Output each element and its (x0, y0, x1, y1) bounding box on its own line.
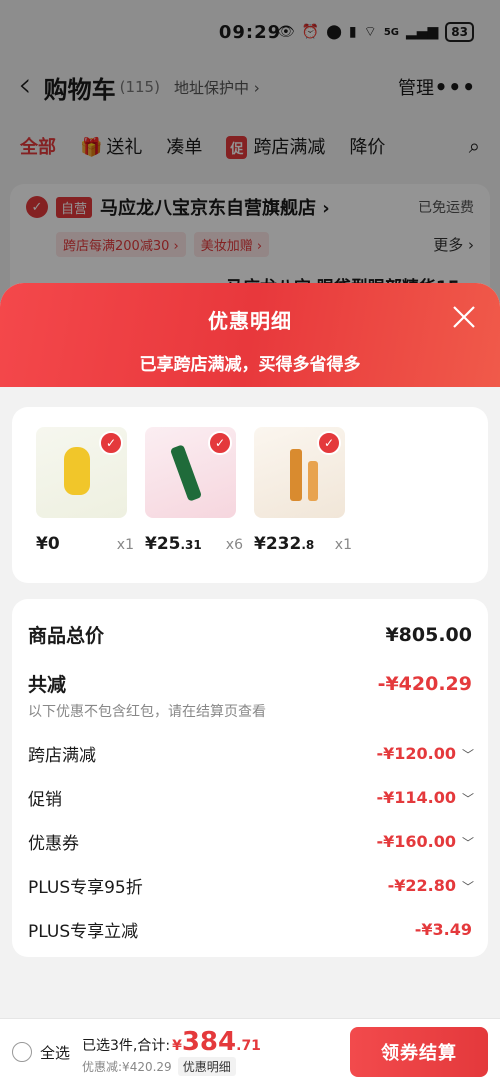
chevron-down-icon: ﹀ (462, 879, 475, 894)
total-amount-dec: .71 (236, 1037, 261, 1054)
total-reduce-row: 共减 -¥420.29 (28, 670, 472, 697)
goods-price-main: ¥232 (254, 534, 302, 554)
goods-qty: x1 (116, 537, 134, 553)
goods-qty: x1 (334, 537, 352, 553)
discount-label: 促销 (28, 790, 62, 810)
checkout-button[interactable]: 领券结算 (350, 1027, 488, 1077)
goods-item[interactable]: ✓ ¥232.8 x1 (254, 427, 352, 563)
chevron-down-icon: ﹀ (462, 791, 475, 806)
discount-label: 优惠券 (28, 834, 79, 854)
product-image: ✓ (254, 427, 345, 518)
discount-value: -¥3.49 (414, 919, 472, 939)
goods-item[interactable]: ✓ ¥0 x1 (36, 427, 134, 563)
discount-value: -¥120.00 (376, 743, 456, 763)
sheet-title: 优惠明细 (208, 309, 292, 333)
selected-count-text: 已选3件,合计: (82, 1037, 171, 1054)
discount-row-plus-direct: PLUS专享立减 -¥3.49 (28, 918, 472, 943)
discount-row-coupon[interactable]: 优惠券 -¥160.00 ﹀ (28, 830, 475, 855)
goods-card: ✓ ¥0 x1 ✓ ¥25.31 x6 ✓ ¥232.8 x1 (12, 407, 488, 583)
discount-label: PLUS专享立减 (28, 922, 139, 942)
check-icon: ✓ (317, 431, 341, 455)
discount-detail-sheet: 优惠明细 已享跨店满减，买得多省得多 ✓ ¥0 x1 ✓ ¥25.31 x6 ✓… (0, 283, 500, 1085)
check-icon: ✓ (208, 431, 232, 455)
product-image: ✓ (145, 427, 236, 518)
goods-price-dec: .8 (301, 538, 315, 552)
discount-label: PLUS专享95折 (28, 878, 143, 898)
goods-price-dec: .31 (180, 538, 202, 552)
saved-amount-text: 优惠减:¥420.29 (82, 1059, 172, 1074)
close-icon[interactable] (452, 305, 476, 329)
discount-row-promotion[interactable]: 促销 -¥114.00 ﹀ (28, 786, 475, 811)
chevron-down-icon: ﹀ (462, 747, 475, 762)
chevron-down-icon: ﹀ (462, 835, 475, 850)
goods-price: ¥0 (36, 534, 60, 554)
goods-item[interactable]: ✓ ¥25.31 x6 (145, 427, 243, 563)
bottom-bar: 全选 已选3件,合计: ¥ 384 .71 优惠减:¥420.29 优惠明细 领… (0, 1018, 500, 1085)
reduce-note: 以下优惠不包含红包，请在结算页查看 (28, 704, 266, 720)
discount-row-cross-store[interactable]: 跨店满减 -¥120.00 ﹀ (28, 742, 475, 767)
select-all-radio[interactable] (12, 1042, 32, 1062)
goods-price: ¥25.31 (145, 534, 202, 554)
discount-value: -¥160.00 (376, 831, 456, 851)
goods-price-main: ¥25 (145, 534, 181, 554)
goods-price-main: ¥0 (36, 534, 60, 554)
total-summary: 已选3件,合计: ¥ 384 .71 优惠减:¥420.29 优惠明细 (82, 1029, 261, 1076)
total-price-label: 商品总价 (28, 625, 105, 647)
product-image: ✓ (36, 427, 127, 518)
total-currency: ¥ (172, 1037, 182, 1054)
total-amount-int: 384 (181, 1026, 237, 1057)
discount-label: 跨店满减 (28, 746, 96, 766)
total-reduce-value: -¥420.29 (377, 672, 472, 695)
discount-detail-button[interactable]: 优惠明细 (177, 1056, 236, 1076)
discount-row-plus-95[interactable]: PLUS专享95折 -¥22.80 ﹀ (28, 874, 475, 899)
total-price-row: 商品总价 ¥805.00 (28, 621, 472, 648)
total-price-value: ¥805.00 (385, 623, 472, 646)
discount-value: -¥22.80 (387, 875, 456, 895)
discount-value: -¥114.00 (376, 787, 456, 807)
sheet-subtitle: 已享跨店满减，买得多省得多 (139, 355, 361, 375)
product-serum-graphic (308, 461, 318, 501)
price-summary-card: 商品总价 ¥805.00 共减 -¥420.29 以下优惠不包含红包，请在结算页… (12, 599, 488, 957)
product-tube-graphic (169, 444, 203, 502)
product-bottle-graphic (64, 447, 90, 495)
check-icon: ✓ (99, 431, 123, 455)
sheet-header: 优惠明细 已享跨店满减，买得多省得多 (0, 283, 500, 387)
product-serum-graphic (290, 449, 302, 501)
goods-price: ¥232.8 (254, 534, 314, 554)
total-reduce-label: 共减 (28, 674, 67, 696)
goods-qty: x6 (225, 537, 243, 553)
select-all-label[interactable]: 全选 (40, 1042, 70, 1063)
